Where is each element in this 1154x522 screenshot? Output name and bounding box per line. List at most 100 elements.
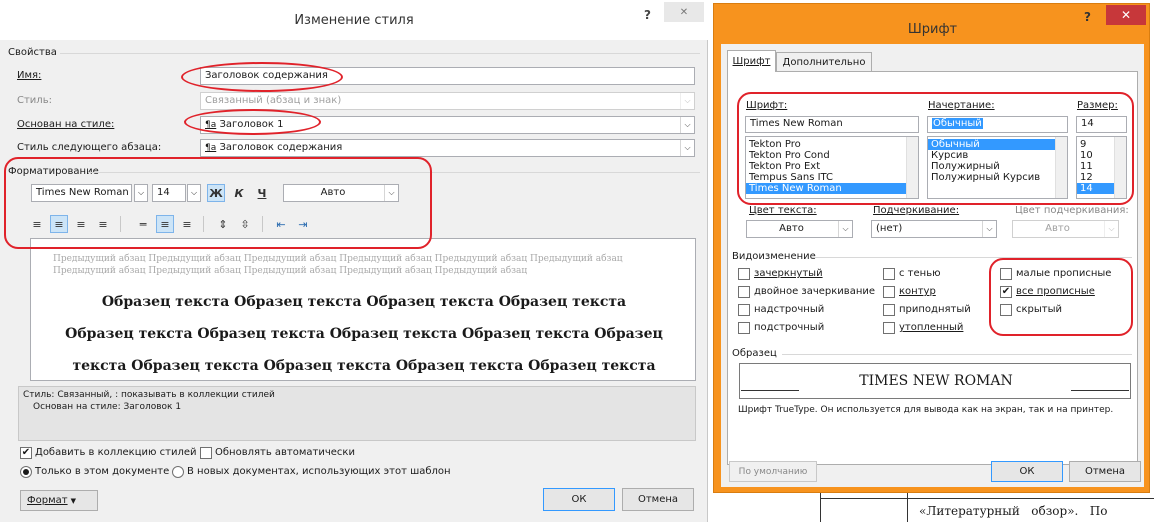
underline-select[interactable]: (нет) ⌵: [871, 220, 997, 238]
outline-label: контур: [899, 286, 936, 297]
size-list[interactable]: 9 10 11 12 14: [1076, 136, 1127, 199]
style-value: Обычный: [932, 118, 983, 129]
list-item[interactable]: Tempus Sans ITC: [746, 172, 918, 183]
effects-group-label: Видоизменение: [732, 251, 816, 262]
style-preview: Предыдущий абзац Предыдущий абзац Предыд…: [30, 238, 696, 381]
tab-font[interactable]: Шрифт: [727, 50, 776, 72]
list-item[interactable]: Tekton Pro Ext: [746, 161, 918, 172]
font-dialog: Шрифт ? ✕ Шрифт Дополнительно Шрифт: Tim…: [713, 3, 1150, 493]
this-document-radio[interactable]: [20, 466, 32, 478]
chevron-down-icon: ⌵: [982, 221, 996, 237]
italic-button[interactable]: К: [230, 184, 248, 202]
help-icon[interactable]: ?: [644, 8, 651, 22]
tab-advanced[interactable]: Дополнительно: [776, 52, 872, 72]
bold-button[interactable]: Ж: [207, 184, 225, 202]
underline-value: (нет): [876, 223, 903, 234]
scrollbar[interactable]: [1055, 137, 1067, 198]
scrollbar[interactable]: [1114, 137, 1126, 198]
style-type-select: Связанный (абзац и знак) ⌵: [200, 92, 695, 110]
set-default-button[interactable]: По умолчанию: [729, 461, 817, 482]
list-item[interactable]: Полужирный Курсив: [928, 172, 1067, 183]
subscript-checkbox[interactable]: [738, 322, 750, 334]
all-caps-label: все прописные: [1016, 286, 1095, 297]
double-spacing-icon[interactable]: ≡: [178, 215, 196, 233]
chevron-down-icon: ⌵: [1104, 221, 1118, 237]
space-after-icon[interactable]: ⇳: [236, 215, 254, 233]
outline-checkbox[interactable]: [883, 286, 895, 298]
properties-group-label: Свойства: [8, 47, 57, 58]
list-item[interactable]: Times New Roman: [746, 183, 906, 194]
font-dialog-title: Шрифт: [907, 22, 958, 37]
new-documents-label: В новых документах, использующих этот ша…: [187, 466, 451, 477]
engrave-label: утопленный: [899, 322, 964, 333]
small-caps-label: малые прописные: [1016, 268, 1112, 279]
underline-label: Подчеркивание:: [873, 205, 960, 216]
list-item[interactable]: Курсив: [928, 150, 1067, 161]
scrollbar[interactable]: [906, 137, 918, 198]
double-strikethrough-checkbox[interactable]: [738, 286, 750, 298]
align-left-icon[interactable]: ≡: [28, 215, 46, 233]
help-icon[interactable]: ?: [1084, 10, 1091, 24]
format-button[interactable]: Формат ▼: [20, 490, 98, 511]
based-on-label: Основан на стиле:: [17, 119, 115, 130]
paragraph-style-icon: ¶a: [205, 120, 217, 130]
emboss-checkbox[interactable]: [883, 304, 895, 316]
superscript-checkbox[interactable]: [738, 304, 750, 316]
text-color-select[interactable]: Авто ⌵: [746, 220, 853, 238]
decrease-indent-icon[interactable]: ⇤: [272, 215, 290, 233]
add-to-gallery-checkbox[interactable]: ✔: [20, 447, 32, 459]
based-on-select[interactable]: ¶a Заголовок 1 ⌵: [200, 116, 695, 134]
style-dialog: Изменение стиля ? ✕ Свойства Имя: Заголо…: [0, 0, 708, 522]
shadow-checkbox[interactable]: [883, 268, 895, 280]
triangle-down-icon: ▼: [70, 496, 76, 505]
close-icon: ✕: [1120, 8, 1132, 22]
align-right-icon[interactable]: ≡: [72, 215, 90, 233]
one-half-spacing-icon[interactable]: ≡: [156, 215, 174, 233]
all-caps-checkbox[interactable]: ✔: [1000, 286, 1012, 298]
list-item[interactable]: Tekton Pro Cond: [746, 150, 918, 161]
hidden-checkbox[interactable]: [1000, 304, 1012, 316]
this-document-label: Только в этом документе: [35, 466, 170, 477]
small-caps-checkbox[interactable]: [1000, 268, 1012, 280]
cancel-button[interactable]: Отмена: [1069, 461, 1141, 482]
description-line: Стиль: Связанный, : показывать в коллекц…: [23, 390, 275, 400]
ok-button[interactable]: ОК: [543, 488, 615, 511]
underline-button[interactable]: Ч: [253, 184, 271, 202]
close-button[interactable]: ✕: [1106, 5, 1146, 25]
size-select[interactable]: 14: [152, 184, 186, 202]
size-value: 14: [157, 187, 170, 198]
next-style-label: Стиль следующего абзаца:: [17, 142, 162, 153]
align-justify-icon[interactable]: ≡: [94, 215, 112, 233]
description-line: Основан на стиле: Заголовок 1: [33, 402, 182, 412]
text-color-label: Цвет текста:: [749, 205, 817, 216]
ok-button[interactable]: ОК: [991, 461, 1063, 482]
style-list[interactable]: Обычный Курсив Полужирный Полужирный Кур…: [927, 136, 1068, 199]
engrave-checkbox[interactable]: [883, 322, 895, 334]
list-item[interactable]: Tekton Pro: [746, 139, 918, 150]
font-select[interactable]: Times New Roman: [31, 184, 132, 202]
cancel-button[interactable]: Отмена: [622, 488, 694, 511]
preview-sample-line: текста Образец текста Образец текста Обр…: [72, 358, 656, 374]
list-item[interactable]: 14: [1077, 183, 1114, 194]
space-before-icon[interactable]: ⇕: [214, 215, 232, 233]
name-input[interactable]: Заголовок содержания: [200, 67, 695, 85]
close-button[interactable]: ✕: [664, 2, 704, 22]
list-item[interactable]: Полужирный: [928, 161, 1067, 172]
font-list[interactable]: Tekton Pro Tekton Pro Cond Tekton Pro Ex…: [745, 136, 919, 199]
single-spacing-icon[interactable]: ═: [134, 215, 152, 233]
increase-indent-icon[interactable]: ⇥: [294, 215, 312, 233]
based-on-value: Заголовок 1: [219, 119, 284, 130]
size-dropdown-button[interactable]: ⌵: [187, 184, 201, 202]
strikethrough-checkbox[interactable]: [738, 268, 750, 280]
auto-update-checkbox[interactable]: [200, 447, 212, 459]
next-style-select[interactable]: ¶a Заголовок содержания ⌵: [200, 139, 695, 157]
font-sample: TIMES NEW ROMAN: [739, 363, 1131, 399]
font-dropdown-button[interactable]: ⌵: [134, 184, 148, 202]
size-input[interactable]: 14: [1076, 116, 1127, 133]
list-item[interactable]: Обычный: [928, 139, 1055, 150]
font-input[interactable]: Times New Roman: [745, 116, 919, 133]
new-documents-radio[interactable]: [172, 466, 184, 478]
style-input[interactable]: Обычный: [927, 116, 1068, 133]
color-select[interactable]: Авто ⌵: [283, 184, 399, 202]
align-center-icon[interactable]: ≡: [50, 215, 68, 233]
